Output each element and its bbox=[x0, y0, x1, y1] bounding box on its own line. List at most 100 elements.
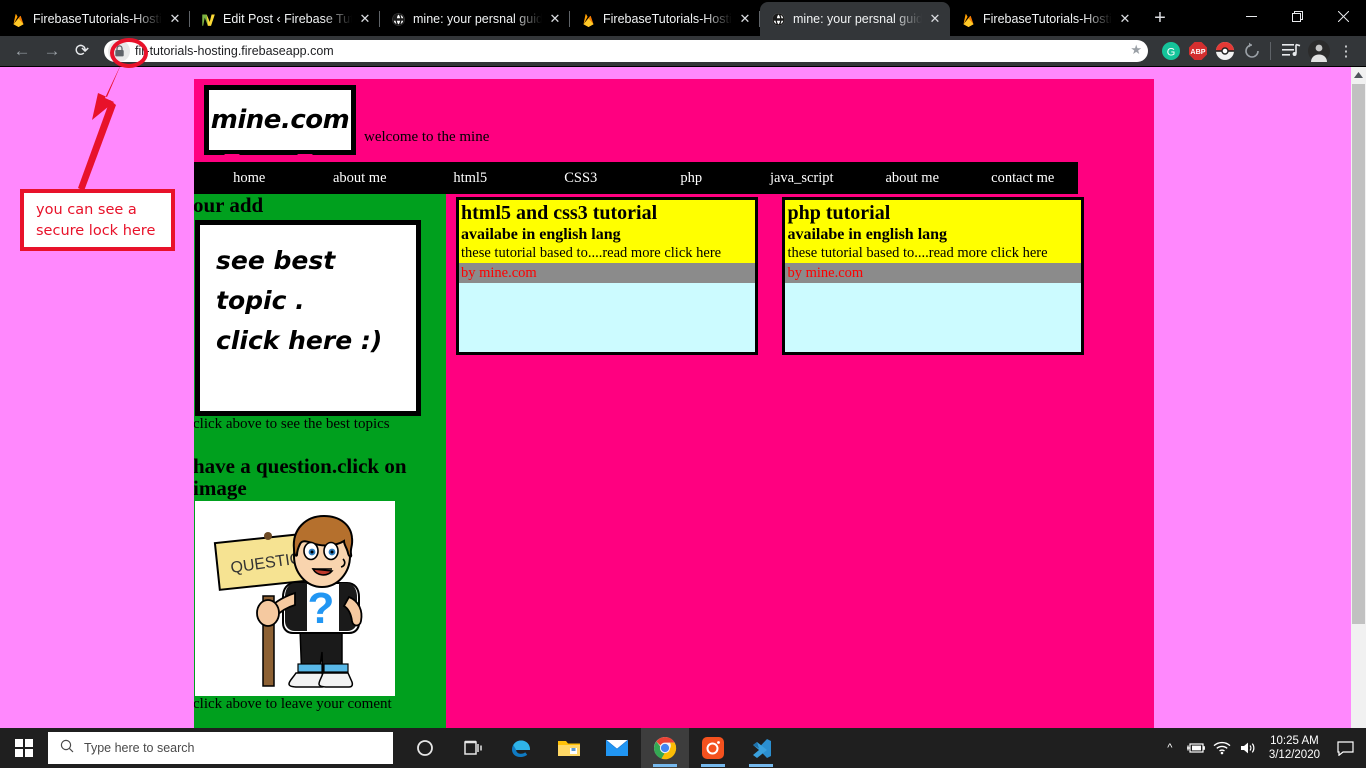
card-body bbox=[785, 283, 1081, 361]
nav-item-java-script[interactable]: java_script bbox=[738, 153, 858, 187]
ad-line-2: topic . bbox=[216, 286, 305, 316]
system-tray: ^ 10:25 AM 3/12/2020 bbox=[1157, 728, 1366, 768]
annotation-callout-box: you can see a secure lock here bbox=[20, 189, 175, 251]
browser-tab-active[interactable]: mine: your persnal guide ✕ bbox=[760, 2, 950, 36]
nav-item-about-me[interactable]: about me bbox=[296, 153, 416, 187]
annotation-line-1: you can see a bbox=[36, 202, 137, 218]
volume-icon[interactable] bbox=[1235, 728, 1261, 768]
wordpress-icon bbox=[200, 11, 216, 27]
toolbar-divider bbox=[1270, 42, 1271, 60]
site-logo-text: mine.com bbox=[210, 105, 350, 135]
annotation-arrow-icon bbox=[70, 60, 150, 195]
window-controls bbox=[1228, 0, 1366, 32]
question-boy-image[interactable]: QUESTION ? bbox=[195, 501, 395, 697]
screen-recorder-icon[interactable] bbox=[689, 728, 737, 768]
svg-text:ABP: ABP bbox=[1190, 47, 1205, 56]
new-tab-button[interactable]: + bbox=[1146, 5, 1174, 33]
ad-line-1: see best bbox=[216, 246, 336, 276]
card-description[interactable]: these tutorial based to....read more cli… bbox=[787, 244, 1081, 262]
site-logo[interactable]: mine.com bbox=[204, 85, 356, 155]
profile-avatar[interactable] bbox=[1307, 39, 1331, 63]
file-explorer-icon[interactable] bbox=[545, 728, 593, 768]
star-icon[interactable]: ★ bbox=[1130, 42, 1142, 58]
welcome-text: welcome to the mine bbox=[364, 129, 490, 145]
minimize-button[interactable] bbox=[1228, 0, 1274, 32]
browser-tab[interactable]: Edit Post ‹ Firebase Tuto ✕ bbox=[190, 2, 380, 36]
tutorial-card[interactable]: html5 and css3 tutorial availabe in engl… bbox=[456, 197, 758, 355]
vertical-scrollbar[interactable] bbox=[1351, 67, 1366, 728]
card-header: html5 and css3 tutorial availabe in engl… bbox=[459, 200, 755, 264]
card-subtitle: availabe in english lang bbox=[787, 226, 948, 243]
site-navbar: home about me html5 CSS3 php java_script… bbox=[194, 153, 1079, 194]
tab-close-button[interactable]: ✕ bbox=[166, 10, 184, 28]
wifi-icon[interactable] bbox=[1209, 728, 1235, 768]
sidebar-ad-box[interactable]: see best topic . click here :) bbox=[195, 220, 421, 417]
mail-icon[interactable] bbox=[593, 728, 641, 768]
back-button[interactable]: ← bbox=[8, 37, 36, 65]
edge-icon[interactable] bbox=[497, 728, 545, 768]
close-window-button[interactable] bbox=[1320, 0, 1366, 32]
search-input[interactable]: Type here to search bbox=[48, 732, 393, 764]
cortana-icon[interactable] bbox=[401, 728, 449, 768]
maximize-button[interactable] bbox=[1274, 0, 1320, 32]
chrome-browser-window: FirebaseTutorials-Hosting ✕ Edit Post ‹ … bbox=[0, 0, 1366, 728]
chrome-menu-icon[interactable]: ⋮ bbox=[1334, 39, 1358, 63]
nav-item-css3[interactable]: CSS3 bbox=[517, 153, 637, 187]
browser-tab[interactable]: FirebaseTutorials-Hosting ✕ bbox=[0, 2, 190, 36]
clock[interactable]: 10:25 AM 3/12/2020 bbox=[1261, 734, 1328, 762]
nav-item-home[interactable]: home bbox=[194, 153, 305, 187]
clock-date: 3/12/2020 bbox=[1268, 749, 1320, 761]
nav-item-php[interactable]: php bbox=[628, 153, 747, 187]
browser-tab[interactable]: mine: your persnal guide ✕ bbox=[380, 2, 570, 36]
tab-title: mine: your persnal guide bbox=[793, 12, 922, 26]
firebase-icon bbox=[960, 11, 976, 27]
grammarly-icon[interactable]: G bbox=[1159, 39, 1183, 63]
vscode-icon[interactable] bbox=[737, 728, 785, 768]
forward-button[interactable]: → bbox=[38, 37, 66, 65]
task-view-icon[interactable] bbox=[449, 728, 497, 768]
card-byline: by mine.com bbox=[459, 263, 755, 284]
tab-title: Edit Post ‹ Firebase Tuto bbox=[223, 12, 352, 26]
card-description[interactable]: these tutorial based to....read more cli… bbox=[461, 244, 755, 262]
scrollbar-thumb[interactable] bbox=[1352, 84, 1365, 624]
site-header: mine.com welcome to the mine bbox=[194, 79, 1154, 162]
tab-close-button[interactable]: ✕ bbox=[926, 10, 944, 28]
card-subtitle: availabe in english lang bbox=[461, 226, 621, 243]
tab-close-button[interactable]: ✕ bbox=[1116, 10, 1134, 28]
tab-title: FirebaseTutorials-Hosting bbox=[983, 12, 1112, 26]
annotation-line-2: secure lock here bbox=[36, 223, 156, 240]
tab-close-button[interactable]: ✕ bbox=[546, 10, 564, 28]
nav-item-about-me-2[interactable]: about me bbox=[849, 153, 968, 187]
scroll-up-arrow-icon[interactable] bbox=[1351, 67, 1366, 83]
adblock-plus-icon[interactable]: ABP bbox=[1186, 39, 1210, 63]
browser-tab[interactable]: FirebaseTutorials-Hosting ✕ bbox=[570, 2, 760, 36]
notification-icon[interactable] bbox=[1328, 728, 1362, 768]
media-playlist-icon[interactable] bbox=[1280, 39, 1304, 63]
tab-close-button[interactable]: ✕ bbox=[736, 10, 754, 28]
tab-strip: FirebaseTutorials-Hosting ✕ Edit Post ‹ … bbox=[0, 0, 1366, 36]
firebase-icon bbox=[580, 11, 596, 27]
card-body bbox=[459, 283, 755, 361]
windows-start-icon[interactable] bbox=[0, 728, 48, 768]
search-placeholder: Type here to search bbox=[84, 741, 195, 755]
search-icon bbox=[60, 739, 74, 758]
address-bar[interactable]: fir-tutorials-hosting.firebaseapp.com ★ bbox=[104, 40, 1148, 62]
chrome-icon[interactable] bbox=[641, 728, 689, 768]
nav-item-contact-me[interactable]: contact me bbox=[959, 153, 1079, 187]
url-text: fir-tutorials-hosting.firebaseapp.com bbox=[135, 44, 334, 58]
card-byline-text: by mine.com bbox=[461, 265, 537, 282]
page-viewport: mine.com welcome to the mine home about … bbox=[0, 67, 1366, 728]
tutorial-card[interactable]: php tutorial availabe in english lang th… bbox=[782, 197, 1085, 355]
battery-charging-icon[interactable] bbox=[1183, 728, 1209, 768]
history-icon[interactable] bbox=[1240, 39, 1264, 63]
tab-title: FirebaseTutorials-Hosting bbox=[603, 12, 732, 26]
pokemon-extension-icon[interactable] bbox=[1213, 39, 1237, 63]
browser-tab[interactable]: FirebaseTutorials-Hosting ✕ bbox=[950, 2, 1140, 36]
taskbar-icons bbox=[401, 728, 785, 768]
tab-close-button[interactable]: ✕ bbox=[356, 10, 374, 28]
ad-line-3: click here :) bbox=[216, 326, 383, 356]
nav-item-html5[interactable]: html5 bbox=[407, 153, 526, 187]
tutorial-cards: html5 and css3 tutorial availabe in engl… bbox=[456, 197, 1104, 355]
tray-chevron-icon[interactable]: ^ bbox=[1157, 728, 1183, 768]
browser-toolbar: ← → ⟳ fir-tutorials-hosting.firebaseapp.… bbox=[0, 36, 1366, 66]
